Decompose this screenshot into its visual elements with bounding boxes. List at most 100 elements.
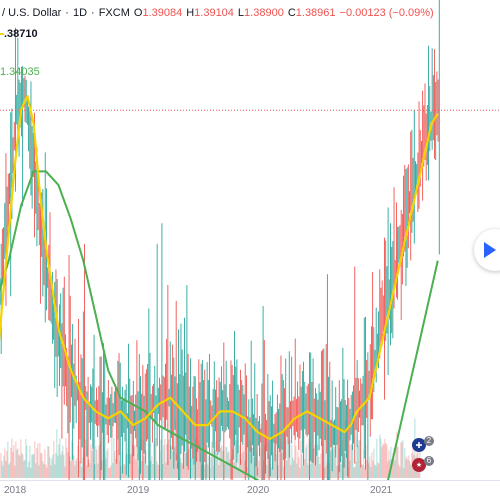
volume-bar [300, 440, 302, 478]
volume-bar [66, 447, 68, 478]
close-number: 1.38961 [295, 7, 336, 19]
volume-bar [26, 445, 28, 478]
us-events-count: 6 [424, 456, 434, 466]
volume-bar [95, 445, 97, 478]
volume-bar [11, 438, 13, 478]
volume-bar [4, 448, 6, 478]
volume-bar [23, 460, 25, 478]
volume-bar [46, 467, 48, 478]
uk-events-count: 2 [424, 436, 434, 446]
volume-bar [281, 452, 283, 478]
volume-bar [243, 451, 245, 478]
volume-bar [206, 445, 208, 478]
volume-bar [362, 464, 364, 478]
volume-bar [222, 450, 224, 478]
time-axis[interactable]: 2018 2019 2020 2021 [0, 480, 500, 501]
volume-bar [135, 459, 137, 478]
volume-bar [207, 464, 209, 478]
volume-bar [166, 444, 168, 478]
volume-bar [19, 455, 21, 478]
volume-bar [210, 457, 212, 478]
volume-bar [105, 458, 107, 478]
open-value: O1.39084 [134, 7, 182, 19]
volume-bar [377, 462, 379, 478]
volume-bar [60, 454, 62, 478]
sep-dot-1: · [65, 7, 69, 19]
volume-bar [395, 447, 397, 478]
volume-bar [54, 464, 56, 478]
volume-bar [151, 456, 153, 478]
volume-bar [160, 439, 162, 478]
chart-canvas[interactable] [0, 0, 500, 480]
volume-bar [163, 445, 165, 478]
exchange-label: FXCM [98, 7, 130, 19]
volume-bar [404, 448, 406, 478]
volume-bar [113, 438, 115, 478]
volume-bar [204, 464, 206, 478]
volume-bar [330, 450, 332, 478]
chart-area[interactable]: / U.S. Dollar · 1D · FXCM O1.39084 H1.39… [0, 0, 500, 480]
volume-bar [7, 441, 9, 478]
volume-bar [320, 453, 322, 478]
volume-bar [147, 465, 149, 478]
volume-bar [28, 461, 30, 478]
volume-bar [91, 450, 93, 478]
volume-bar [165, 462, 167, 478]
symbol-legend: / U.S. Dollar · 1D · FXCM O1.39084 H1.39… [2, 7, 438, 19]
volume-bar [2, 465, 4, 478]
volume-bar [405, 458, 407, 478]
interval-label[interactable]: 1D [73, 7, 87, 19]
volume-bar [57, 455, 59, 478]
volume-bar [164, 438, 166, 478]
volume-bar [43, 463, 45, 478]
volume-bar [310, 463, 312, 478]
volume-bar [106, 450, 108, 478]
volume-bar [409, 461, 411, 478]
volume-bar [25, 438, 27, 478]
volume-bar [0, 453, 2, 478]
volume-bar [56, 429, 58, 478]
volume-bar [73, 455, 75, 478]
volume-bar [375, 465, 377, 478]
volume-bar [6, 451, 8, 478]
volume-bar [51, 458, 53, 478]
volume-bar [238, 453, 240, 478]
volume-bar [55, 453, 57, 478]
volume-bar [15, 441, 17, 478]
x-tick-2019: 2019 [127, 485, 150, 496]
volume-bar [408, 455, 410, 478]
volume-bar [47, 445, 49, 478]
change-value: −0.00123 (−0.09%) [339, 7, 434, 19]
volume-bar [258, 460, 260, 478]
volume-bar [65, 438, 67, 478]
volume-bar [379, 434, 381, 478]
volume-bar [319, 463, 321, 478]
volume-bar [30, 467, 32, 478]
volume-bar [69, 456, 71, 478]
volume-bar [192, 456, 194, 478]
volume-bar [3, 455, 5, 478]
volume-bar [70, 461, 72, 478]
volume-bar [372, 460, 374, 478]
volume-bar [332, 448, 334, 478]
volume-bar [407, 459, 409, 478]
volume-bar [383, 444, 385, 478]
volume-bar [191, 445, 193, 478]
volume-bar [354, 466, 356, 478]
volume-bar [96, 449, 98, 478]
volume-bar [171, 446, 173, 478]
volume-bar [373, 448, 375, 478]
symbol-name[interactable]: / U.S. Dollar [2, 7, 61, 19]
volume-bar [39, 443, 41, 478]
ma-fast-value: .38710 [0, 28, 38, 40]
volume-bar [21, 453, 23, 478]
ma-slow-value: 1.34035 [0, 66, 40, 78]
volume-bar [296, 463, 298, 478]
low-number: 1.38900 [244, 7, 284, 19]
volume-bar [143, 455, 145, 478]
volume-bar [235, 440, 237, 478]
volume-bar [290, 464, 292, 478]
volume-bar [370, 466, 372, 478]
volume-bar [299, 467, 301, 478]
volume-bar [211, 441, 213, 478]
